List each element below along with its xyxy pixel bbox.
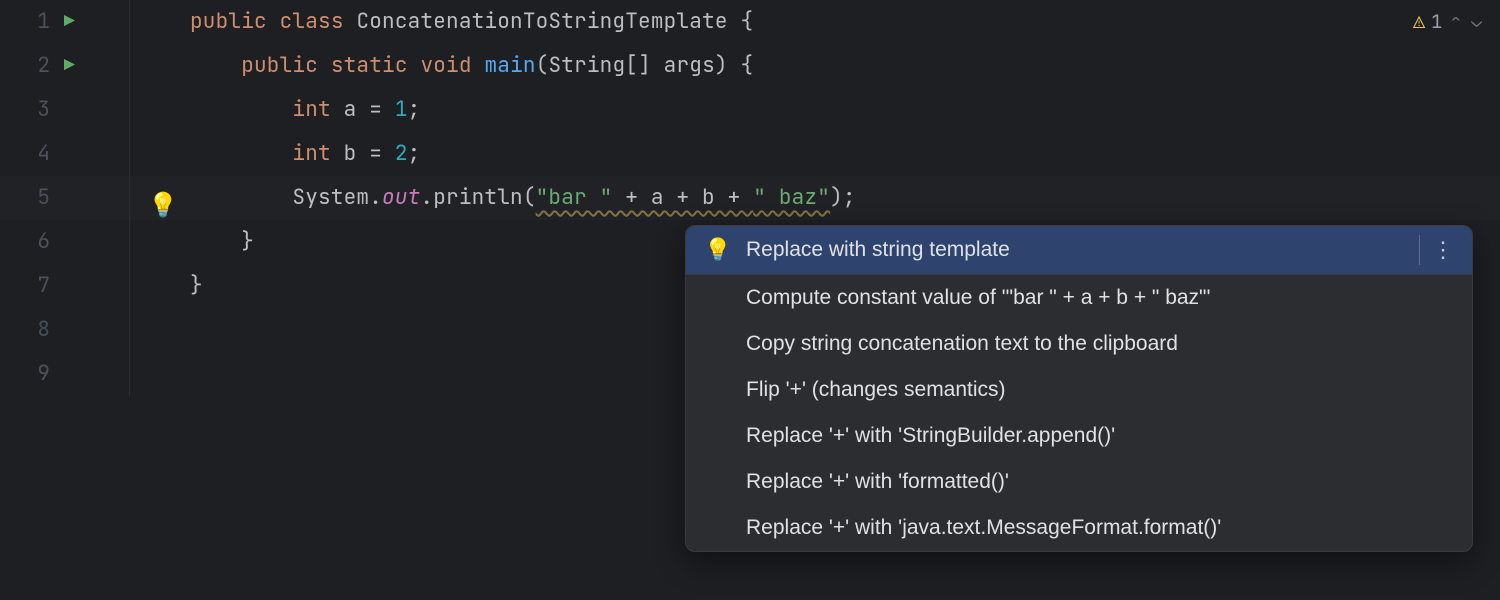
code-text[interactable]: System.out.println("bar " + a + b + " ba… [190,176,856,220]
intention-item-replace-string-template[interactable]: 💡 Replace with string template ⋮ [686,226,1472,274]
intention-item-flip-plus[interactable]: Flip '+' (changes semantics) [686,367,1472,413]
intention-label: Copy string concatenation text to the cl… [746,332,1454,356]
chevron-down-icon[interactable]: ⌄ [1469,10,1484,33]
intention-item-stringbuilder[interactable]: Replace '+' with 'StringBuilder.append()… [686,413,1472,459]
intention-item-copy-concat[interactable]: Copy string concatenation text to the cl… [686,321,1472,367]
code-text[interactable]: } [190,264,203,308]
margin [130,0,190,44]
gutter: 1 ▶ [0,0,130,44]
intention-label: Replace '+' with 'formatted()' [746,470,1454,494]
line-number: 1 [0,0,58,44]
code-text[interactable]: int a = 1; [190,88,420,132]
gutter: 8 [0,308,130,352]
margin [130,220,190,264]
run-icon[interactable]: ▶ [64,44,75,88]
intention-item-formatted[interactable]: Replace '+' with 'formatted()' [686,459,1472,505]
intention-label: Replace '+' with 'StringBuilder.append()… [746,424,1454,448]
warning-icon: ⚠ [1413,8,1425,34]
run-icon[interactable]: ▶ [64,0,75,44]
code-text[interactable]: public class ConcatenationToStringTempla… [190,0,753,44]
intention-item-messageformat[interactable]: Replace '+' with 'java.text.MessageForma… [686,505,1472,551]
gutter: 4 [0,132,130,176]
code-line[interactable]: 3 int a = 1; [0,88,1500,132]
line-number: 4 [0,132,58,176]
margin [130,308,190,352]
code-text[interactable]: } [190,220,254,264]
intention-item-compute-constant[interactable]: Compute constant value of '"bar " + a + … [686,275,1472,321]
line-number: 5 [0,176,58,220]
intention-label: Flip '+' (changes semantics) [746,378,1454,402]
intention-label: Replace with string template [746,238,1398,262]
line-number: 6 [0,220,58,264]
intention-label: Compute constant value of '"bar " + a + … [746,286,1454,310]
code-text[interactable]: public static void main(String[] args) { [190,44,753,88]
line-number: 8 [0,308,58,352]
line-number: 9 [0,352,58,396]
line-number: 7 [0,264,58,308]
line-number: 3 [0,88,58,132]
code-line[interactable]: 2 ▶ public static void main(String[] arg… [0,44,1500,88]
warning-count: 1 [1431,9,1442,34]
margin [130,132,190,176]
line-number: 2 [0,44,58,88]
intention-popup: 💡 Replace with string template ⋮ Compute… [685,225,1473,552]
chevron-up-icon[interactable]: ⌃ [1448,10,1463,33]
margin [130,352,190,396]
code-line[interactable]: 5 💡 System.out.println("bar " + a + b + … [0,176,1500,220]
intention-label: Replace '+' with 'java.text.MessageForma… [746,516,1454,540]
gutter: 9 [0,352,130,396]
code-line[interactable]: 1 ▶ public class ConcatenationToStringTe… [0,0,1500,44]
margin [130,88,190,132]
code-line[interactable]: 4 int b = 2; [0,132,1500,176]
margin: 💡 [130,176,190,220]
gutter: 2 ▶ [0,44,130,88]
gutter: 6 [0,220,130,264]
margin [130,264,190,308]
margin [130,44,190,88]
inspection-indicator[interactable]: ⚠ 1 ⌃ ⌄ [1413,8,1484,34]
gutter: 3 [0,88,130,132]
gutter: 7 [0,264,130,308]
bulb-icon: 💡 [704,237,730,263]
gutter: 5 [0,176,130,220]
code-text[interactable]: int b = 2; [190,132,420,176]
more-icon[interactable]: ⋮ [1414,237,1454,263]
